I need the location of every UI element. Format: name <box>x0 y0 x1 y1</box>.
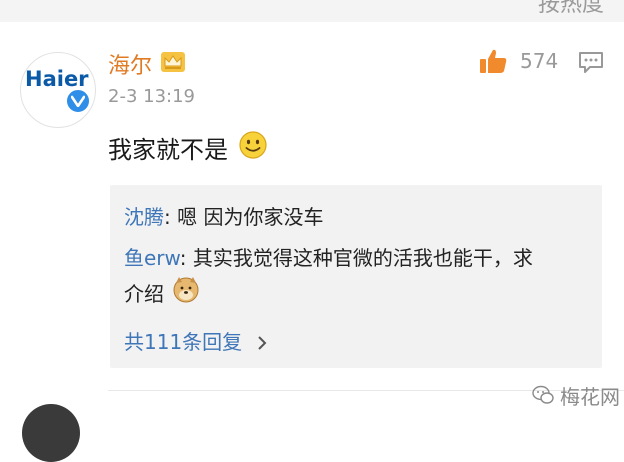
reply-text: 其实我觉得这种官微的活我也能干，求 <box>192 246 533 270</box>
timestamp: 2-3 13:19 <box>108 86 195 107</box>
comment-text: 我家就不是 <box>108 136 228 164</box>
reply-item: 鱼erw: 其实我觉得这种官微的活我也能干，求 <box>124 242 533 271</box>
avatar[interactable]: Haier <box>20 52 96 128</box>
verified-badge-icon <box>65 88 91 114</box>
watermark: 梅花网 <box>532 380 620 410</box>
reply-text-continued: 介绍 <box>124 282 164 306</box>
thumbs-up-icon[interactable] <box>478 47 508 75</box>
doge-emoji-icon <box>173 277 199 303</box>
more-replies-link[interactable]: 共111条回复 <box>124 326 269 355</box>
reply-username[interactable]: 沈腾 <box>124 205 164 229</box>
reply-username[interactable]: 鱼erw <box>124 246 180 270</box>
reply-separator: : <box>164 205 178 229</box>
next-comment-avatar[interactable] <box>22 404 80 462</box>
wechat-icon <box>532 385 554 404</box>
more-replies-label: 共111条回复 <box>124 330 243 354</box>
chevron-right-icon <box>257 336 266 350</box>
smile-emoji-icon <box>239 131 267 159</box>
reply-item: 沈腾: 嗯 因为你家没车 <box>124 201 323 230</box>
top-bar: 按热度 <box>0 0 624 22</box>
sort-label[interactable]: 按热度 <box>538 0 604 18</box>
like-count: 574 <box>520 49 559 73</box>
reply-separator: : <box>179 246 193 270</box>
crown-icon <box>161 52 185 72</box>
reply-box[interactable]: 沈腾: 嗯 因为你家没车 鱼erw: 其实我觉得这种官微的活我也能干，求 介绍 … <box>110 185 602 368</box>
watermark-text: 梅花网 <box>560 384 620 409</box>
comment-icon[interactable] <box>578 50 604 74</box>
reply-text: 嗯 因为你家没车 <box>177 205 324 229</box>
username[interactable]: 海尔 <box>108 48 152 80</box>
